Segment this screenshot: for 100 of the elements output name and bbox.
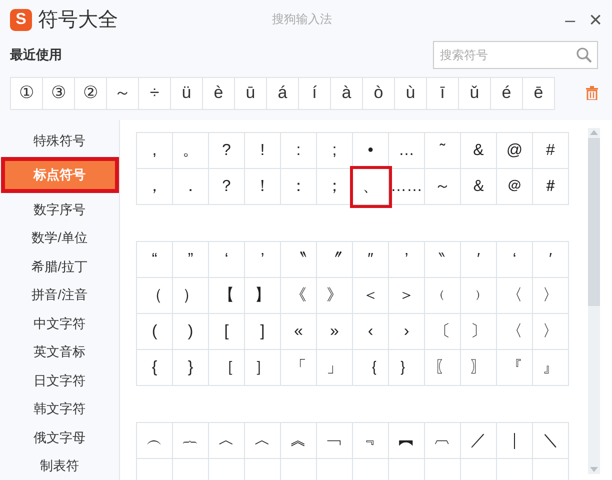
symbol-key[interactable]: 《: [281, 278, 317, 314]
symbol-key[interactable]: ò: [363, 78, 395, 110]
category-item[interactable]: 制表符: [4, 452, 114, 480]
symbol-key[interactable]: 、: [353, 169, 389, 205]
symbol-key[interactable]: •: [353, 133, 389, 169]
symbol-key[interactable]: ｛: [353, 350, 389, 386]
symbol-key[interactable]: ī: [427, 78, 459, 110]
symbol-key[interactable]: ): [173, 314, 209, 350]
symbol-key[interactable]: ＃: [533, 169, 569, 205]
symbol-key[interactable]: ›: [389, 314, 425, 350]
symbol-key[interactable]: ﹁: [317, 423, 353, 459]
symbol-key[interactable]: ）: [173, 278, 209, 314]
symbol-key[interactable]: ü: [171, 78, 203, 110]
symbol-key[interactable]: ︿: [245, 423, 281, 459]
symbol-key[interactable]: ＼: [533, 423, 569, 459]
symbol-key[interactable]: 〞: [317, 242, 353, 278]
symbol-key[interactable]: 》: [317, 278, 353, 314]
symbol-key[interactable]: é: [491, 78, 523, 110]
close-button[interactable]: ×: [589, 9, 602, 31]
symbol-key[interactable]: ．: [173, 169, 209, 205]
symbol-key[interactable]: á: [267, 78, 299, 110]
symbol-key[interactable]: ÷: [139, 78, 171, 110]
scroll-down-icon[interactable]: [590, 467, 598, 472]
category-item[interactable]: 数字序号: [4, 195, 114, 224]
symbol-key[interactable]: ～: [107, 78, 139, 110]
category-item[interactable]: 拼音/注音: [4, 280, 114, 309]
symbol-key[interactable]: 」: [317, 350, 353, 386]
symbol-key[interactable]: 【: [209, 278, 245, 314]
symbol-key[interactable]: }: [173, 350, 209, 386]
symbol-key[interactable]: ︽: [281, 423, 317, 459]
symbol-key[interactable]: ‹: [353, 314, 389, 350]
category-item[interactable]: 中文字符: [4, 309, 114, 338]
symbol-key[interactable]: 。: [173, 133, 209, 169]
symbol-key[interactable]: ～: [425, 169, 461, 205]
category-item[interactable]: 数学/单位: [4, 224, 114, 252]
symbol-key[interactable]: ‘: [209, 242, 245, 278]
symbol-key[interactable]: í: [299, 78, 331, 110]
symbol-key[interactable]: ‘: [497, 242, 533, 278]
symbol-key[interactable]: 〕: [461, 314, 497, 350]
symbol-key[interactable]: ︻: [389, 423, 425, 459]
symbol-key[interactable]: ē: [523, 78, 555, 110]
symbol-key[interactable]: ‶: [425, 242, 461, 278]
symbol-key[interactable]: {: [137, 350, 173, 386]
symbol-key[interactable]: :: [281, 133, 317, 169]
symbol-key[interactable]: ，: [137, 169, 173, 205]
symbol-key[interactable]: ＞: [389, 278, 425, 314]
symbol-key[interactable]: ＜: [353, 278, 389, 314]
symbol-key[interactable]: 『: [497, 350, 533, 386]
scroll-up-icon[interactable]: [590, 130, 598, 135]
symbol-key[interactable]: ū: [235, 78, 267, 110]
symbol-key[interactable]: …: [389, 133, 425, 169]
symbol-key[interactable]: ：: [281, 169, 317, 205]
symbol-key[interactable]: ;: [317, 133, 353, 169]
symbol-key[interactable]: ……: [389, 169, 425, 205]
symbol-key[interactable]: ｝: [389, 350, 425, 386]
symbol-key[interactable]: [: [209, 314, 245, 350]
symbol-key[interactable]: 〗: [461, 350, 497, 386]
symbol-key[interactable]: ︷: [173, 423, 209, 459]
symbol-key[interactable]: ǔ: [459, 78, 491, 110]
symbol-key[interactable]: 〈: [497, 314, 533, 350]
symbol-key[interactable]: «: [281, 314, 317, 350]
symbol-key[interactable]: ′: [461, 242, 497, 278]
symbol-key[interactable]: ＠: [497, 169, 533, 205]
symbol-key[interactable]: 〉: [533, 278, 569, 314]
symbol-key[interactable]: ù: [395, 78, 427, 110]
symbol-key[interactable]: 〈: [497, 278, 533, 314]
symbol-key[interactable]: ﹚: [461, 278, 497, 314]
symbol-key[interactable]: ˜: [425, 133, 461, 169]
search-field[interactable]: 搜索符号: [433, 41, 598, 69]
symbol-key[interactable]: ’: [389, 242, 425, 278]
symbol-key[interactable]: 〔: [425, 314, 461, 350]
symbol-key[interactable]: 』: [533, 350, 569, 386]
symbol-key[interactable]: ①: [11, 78, 43, 110]
category-item[interactable]: 特殊符号: [4, 126, 114, 154]
symbol-key[interactable]: ］: [245, 350, 281, 386]
symbol-key[interactable]: ［: [209, 350, 245, 386]
symbol-key[interactable]: “: [137, 242, 173, 278]
symbol-key[interactable]: ＆: [461, 169, 497, 205]
symbol-key[interactable]: 】: [245, 278, 281, 314]
symbol-key[interactable]: &: [461, 133, 497, 169]
symbol-key[interactable]: ！: [245, 169, 281, 205]
symbol-key[interactable]: ︵: [137, 423, 173, 459]
symbol-key[interactable]: 〉: [533, 314, 569, 350]
symbol-key[interactable]: ／: [461, 423, 497, 459]
category-item[interactable]: 英文音标: [4, 338, 114, 366]
symbol-key[interactable]: ②: [75, 78, 107, 110]
symbol-key[interactable]: ]: [245, 314, 281, 350]
symbol-key[interactable]: @: [497, 133, 533, 169]
symbol-key[interactable]: ︿: [209, 423, 245, 459]
symbol-key[interactable]: ″: [353, 242, 389, 278]
symbol-key[interactable]: ︹: [425, 423, 461, 459]
trash-icon[interactable]: [586, 86, 598, 100]
category-item[interactable]: 希腊/拉丁: [4, 252, 114, 280]
category-item[interactable]: 韩文字符: [4, 394, 114, 423]
category-item[interactable]: 日文字符: [4, 366, 114, 394]
scrollbar-thumb[interactable]: [588, 138, 600, 306]
symbol-key[interactable]: 〖: [425, 350, 461, 386]
category-item[interactable]: 俄文字母: [4, 423, 114, 452]
symbol-key[interactable]: ③: [43, 78, 75, 110]
symbol-key[interactable]: ,: [137, 133, 173, 169]
